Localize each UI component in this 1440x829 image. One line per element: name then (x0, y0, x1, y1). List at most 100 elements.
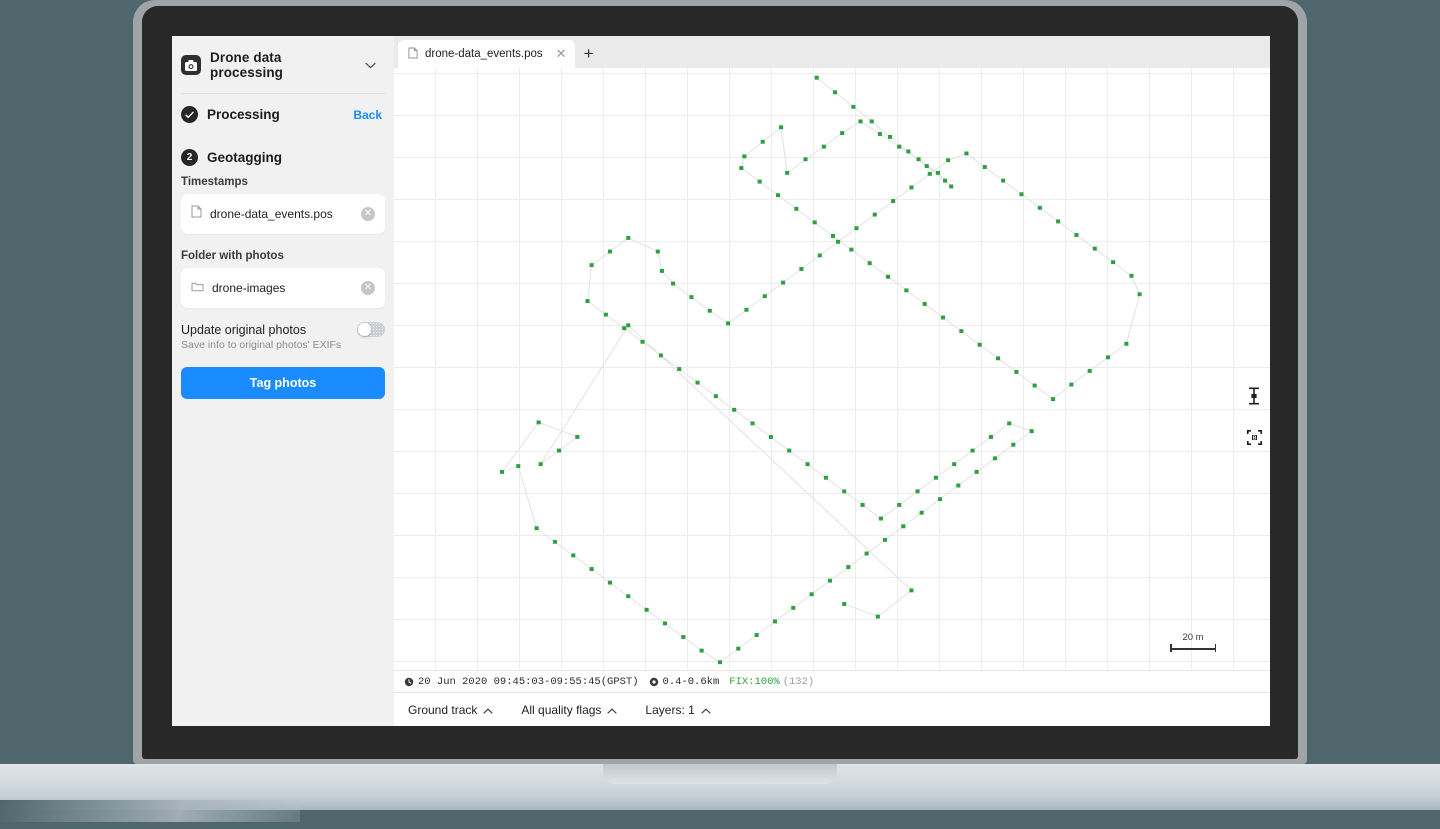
close-icon[interactable]: ✕ (556, 46, 567, 62)
track-point (851, 105, 855, 109)
track-point (708, 309, 712, 313)
track-point (575, 435, 579, 439)
track-point (901, 524, 905, 528)
track-point (943, 179, 947, 183)
track-point (956, 484, 960, 488)
track-point (755, 633, 759, 637)
sidebar-step-geotagging-label: Geotagging (207, 150, 282, 165)
update-original-photos-toggle[interactable] (357, 322, 385, 337)
clock-icon (404, 677, 414, 687)
clear-circle-icon[interactable]: ✕ (361, 207, 375, 221)
tag-photos-button[interactable]: Tag photos (181, 367, 385, 399)
track-point (781, 281, 785, 285)
tab-drone-data-events[interactable]: drone-data_events.pos ✕ (398, 40, 575, 68)
track-point (876, 615, 880, 619)
chevron-up-icon (701, 703, 711, 717)
track-polyline (502, 78, 1140, 663)
track-point (1038, 206, 1042, 210)
track-point (659, 353, 663, 357)
track-point (828, 579, 832, 583)
laptop-base-shadow (0, 800, 300, 822)
track-point (773, 620, 777, 624)
track-point (779, 125, 783, 129)
ground-track-plot (394, 68, 1270, 670)
sidebar-step-processing-label: Processing (207, 107, 280, 122)
track-point (891, 199, 895, 203)
scale-bar-cap-right (1215, 644, 1217, 652)
track-point (916, 489, 920, 493)
track-point (626, 323, 630, 327)
track-point (732, 408, 736, 412)
track-point (590, 263, 594, 267)
track-point (535, 526, 539, 530)
chevron-down-icon[interactable] (365, 56, 376, 74)
vertical-measure-icon[interactable] (1244, 386, 1264, 406)
quality-flags-dropdown[interactable]: All quality flags (521, 703, 617, 717)
track-point (681, 635, 685, 639)
track-point (799, 267, 803, 271)
track-point (776, 193, 780, 197)
track-point (938, 497, 942, 501)
timestamps-field[interactable]: drone-data_events.pos ✕ (181, 194, 385, 234)
track-point (1056, 219, 1060, 223)
track-point (739, 166, 743, 170)
track-point (791, 606, 795, 610)
track-point (787, 449, 791, 453)
track-point (700, 649, 704, 653)
timestamps-label: Timestamps (172, 172, 394, 194)
sidebar-step-geotagging[interactable]: 2 Geotagging (172, 135, 394, 172)
track-point (888, 135, 892, 139)
track-point (842, 489, 846, 493)
track-point (923, 302, 927, 306)
track-point (989, 435, 993, 439)
track-point (975, 470, 979, 474)
layers-dropdown-label: Layers: 1 (645, 703, 694, 717)
map-canvas[interactable]: B 20 m (394, 68, 1270, 670)
track-point (909, 185, 913, 189)
track-point (822, 145, 826, 149)
status-datetime: 20 Jun 2020 09:45:03-09:55:45(GPST) (404, 676, 639, 688)
track-point (849, 248, 853, 252)
track-point (714, 394, 718, 398)
track-point (909, 588, 913, 592)
track-point (854, 226, 858, 230)
folder-field[interactable]: drone-images ✕ (181, 268, 385, 308)
track-point (941, 316, 945, 320)
status-quality: FIX:100% (729, 676, 779, 688)
timestamps-value: drone-data_events.pos (210, 207, 353, 221)
track-point (1138, 292, 1142, 296)
update-original-photos-row: Update original photos (172, 308, 394, 337)
track-point (726, 321, 730, 325)
track-point (925, 164, 929, 168)
track-point (671, 282, 675, 286)
track-point (557, 449, 561, 453)
track-point (824, 476, 828, 480)
layers-dropdown[interactable]: Layers: 1 (645, 703, 710, 717)
track-point (928, 172, 932, 176)
fit-bounds-icon[interactable]: B (1244, 427, 1264, 447)
track-point (952, 462, 956, 466)
track-point (1001, 179, 1005, 183)
track-point (785, 171, 789, 175)
track-point (873, 213, 877, 217)
sidebar-header[interactable]: Drone data processing (172, 36, 394, 93)
status-bar: 20 Jun 2020 09:45:03-09:55:45(GPST) 0.4-… (394, 670, 1270, 692)
track-point (920, 511, 924, 515)
scale-bar-label: 20 m (1170, 632, 1216, 643)
track-point (696, 381, 700, 385)
clear-circle-icon[interactable]: ✕ (361, 281, 375, 295)
new-tab-button[interactable]: + (575, 40, 603, 68)
status-count: (132) (783, 676, 815, 688)
step-number-badge: 2 (181, 149, 198, 166)
track-point (846, 565, 850, 569)
track-point (626, 236, 630, 240)
track-point (794, 207, 798, 211)
track-points-group (500, 76, 1142, 664)
sidebar-step-processing[interactable]: Processing Back (172, 94, 394, 135)
track-point (1069, 383, 1073, 387)
track-point (761, 140, 765, 144)
back-link[interactable]: Back (353, 108, 382, 122)
track-point (677, 367, 681, 371)
ground-track-dropdown[interactable]: Ground track (408, 703, 493, 717)
track-point (1124, 342, 1128, 346)
